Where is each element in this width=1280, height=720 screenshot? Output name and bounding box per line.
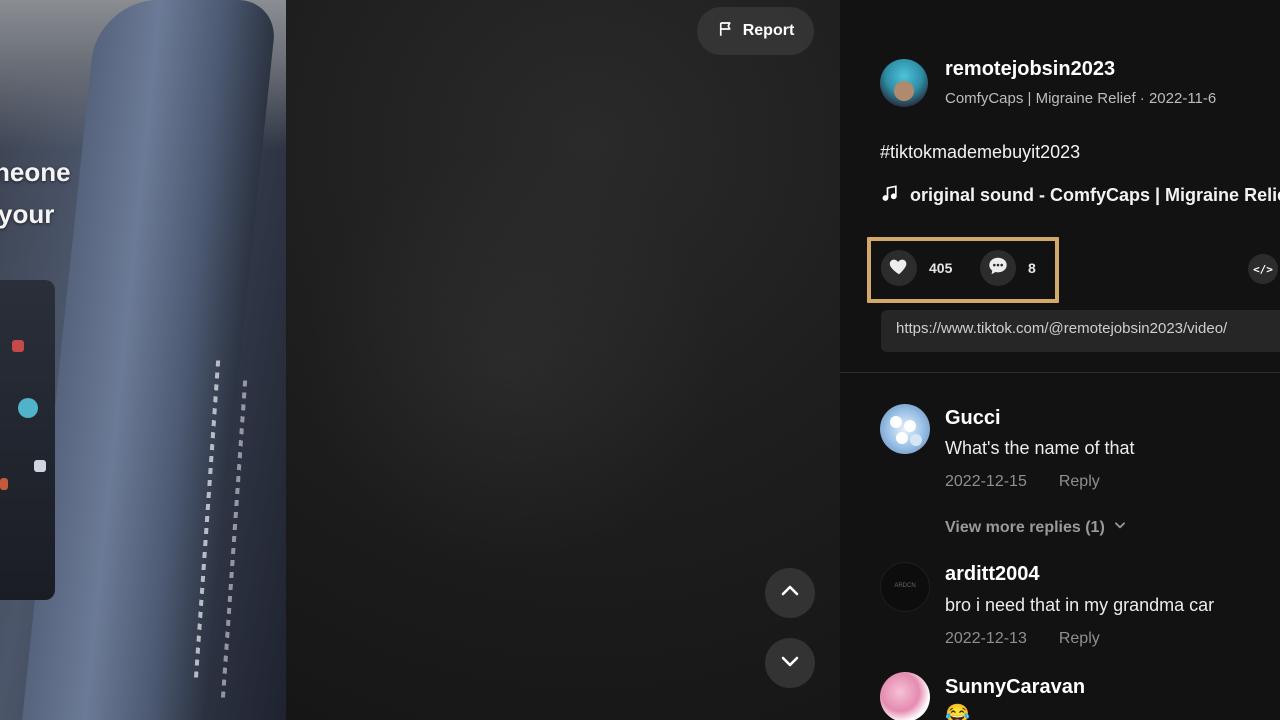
video-scene-light [12, 340, 24, 352]
comment-username[interactable]: arditt2004 [945, 563, 1040, 586]
sound-label: original sound - ComfyCaps | Migraine Re… [910, 185, 1280, 205]
video-scene-light [18, 398, 38, 418]
embed-button[interactable]: </> [1248, 254, 1278, 284]
comment-avatar[interactable] [880, 672, 930, 720]
comment-icon [987, 255, 1009, 282]
chevron-up-icon [778, 579, 802, 608]
sound-link[interactable]: original sound - ComfyCaps | Migraine Re… [880, 183, 1280, 208]
more-replies-label: View more replies (1) [945, 518, 1105, 536]
video-caption-line: neone [0, 157, 71, 187]
flag-icon [717, 20, 735, 43]
page: neone your Report remotejobsin2023 Comfy… [0, 0, 1280, 720]
hashtag-link[interactable]: #tiktokmademebuyit2023 [880, 142, 1080, 163]
comment-meta: 2022-12-13 Reply [945, 630, 1100, 648]
reply-button[interactable]: Reply [1059, 473, 1100, 491]
copy-link-field[interactable]: https://www.tiktok.com/@remotejobsin2023… [881, 310, 1280, 352]
comment-text: bro i need that in my grandma car [945, 595, 1215, 615]
like-button[interactable]: 405 [881, 250, 952, 286]
comment-username[interactable]: SunnyCaravan [945, 676, 1085, 699]
like-count: 405 [929, 260, 953, 276]
video-scene-light [34, 460, 46, 472]
author-meta: ComfyCaps | Migraine Relief · 2022-11-6 [945, 90, 1217, 107]
next-video-button[interactable] [765, 638, 815, 688]
report-label: Report [742, 22, 795, 39]
report-button[interactable]: Report [697, 7, 814, 55]
video-scene-console [0, 280, 55, 600]
chevron-down-icon [778, 649, 802, 678]
heart-icon [888, 255, 910, 282]
comment-text: 😂 [945, 704, 970, 720]
video-player[interactable]: neone your Report [0, 0, 840, 720]
video-frame[interactable]: neone your [0, 0, 286, 720]
embed-icon: </> [1253, 262, 1273, 276]
view-more-replies-button[interactable]: View more replies (1) [945, 518, 1127, 537]
author-username[interactable]: remotejobsin2023 [945, 58, 1115, 81]
comment-username[interactable]: Gucci [945, 407, 1001, 430]
music-note-icon [880, 183, 900, 208]
comment-avatar[interactable] [880, 404, 930, 454]
video-caption-line: your [0, 199, 55, 229]
comment-count: 8 [1028, 260, 1036, 276]
video-link-text: https://www.tiktok.com/@remotejobsin2023… [896, 320, 1228, 337]
divider [840, 372, 1280, 373]
previous-video-button[interactable] [765, 568, 815, 618]
reply-button[interactable]: Reply [1059, 630, 1100, 648]
comment-date: 2022-12-13 [945, 630, 1027, 647]
author-avatar[interactable] [880, 59, 928, 107]
comment-icon-circle [980, 250, 1016, 286]
comment-date: 2022-12-15 [945, 473, 1027, 490]
comment-button[interactable]: 8 [980, 250, 1036, 286]
post-details-panel: remotejobsin2023 ComfyCaps | Migraine Re… [840, 0, 1280, 720]
comment-avatar[interactable] [880, 562, 930, 612]
video-scene-light [0, 478, 8, 490]
chevron-down-icon [1113, 518, 1127, 537]
comment-meta: 2022-12-15 Reply [945, 473, 1100, 491]
like-icon-circle [881, 250, 917, 286]
comment-text: What's the name of that [945, 438, 1135, 458]
